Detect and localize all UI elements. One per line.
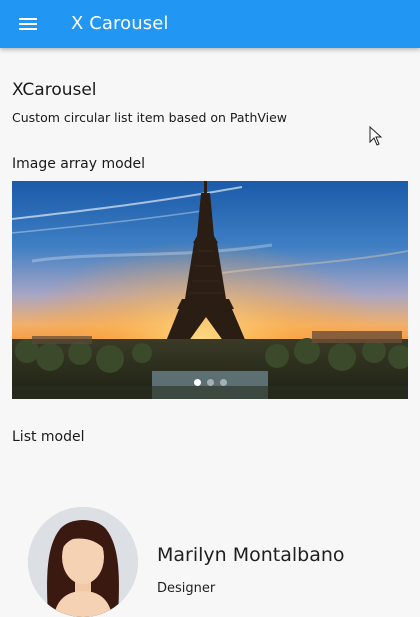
page-heading: XCarousel — [12, 80, 97, 100]
female-avatar-icon — [28, 507, 138, 617]
section-label-list-model: List model — [12, 429, 85, 445]
carousel-dot[interactable] — [193, 379, 201, 386]
menu-icon — [19, 18, 37, 30]
carousel-dot[interactable] — [219, 379, 227, 386]
mouse-cursor-icon — [369, 126, 383, 146]
app-title: X Carousel — [71, 13, 169, 34]
menu-button[interactable] — [14, 10, 42, 38]
app-bar: X Carousel — [0, 0, 420, 48]
section-label-image-array: Image array model — [12, 156, 146, 172]
carousel-dot[interactable] — [206, 379, 214, 386]
image-carousel[interactable] — [12, 181, 408, 399]
carousel-page-indicator — [12, 379, 408, 386]
page-subheading: Custom circular list item based on PathV… — [12, 110, 288, 125]
list-item[interactable]: Marilyn Montalbano Designer — [0, 490, 420, 617]
carousel-image — [12, 181, 408, 399]
avatar — [28, 507, 138, 617]
contact-name: Marilyn Montalbano — [157, 544, 345, 566]
contact-role: Designer — [157, 581, 216, 596]
